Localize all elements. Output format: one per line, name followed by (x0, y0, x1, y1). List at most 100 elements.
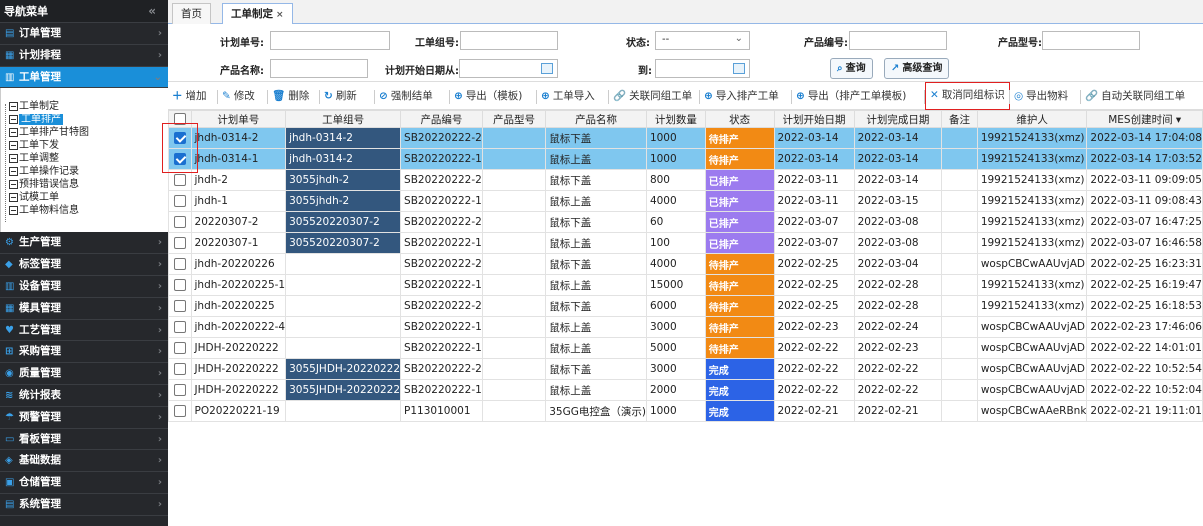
table-row[interactable]: PO20220221-19 P113010001 35GG电控盒（演示) 1000 完成… (168, 400, 1203, 422)
menu-item[interactable]: ▭ 看板管理 › (0, 428, 168, 451)
auto-link-group-button[interactable]: 🔗 自动关联同组工单 (1085, 86, 1185, 106)
submenu-item[interactable]: 工单下发 (1, 139, 168, 152)
column-header[interactable]: 计划开始日期 (773, 110, 855, 128)
tab-home[interactable]: 首页 (172, 3, 211, 24)
column-header[interactable]: 维护人 (976, 110, 1088, 128)
submenu-item[interactable]: 预排错误信息 (1, 178, 168, 191)
menu-item[interactable]: ▦ 模具管理 › (0, 297, 168, 320)
plan-no-input[interactable] (270, 31, 390, 50)
group-no-input[interactable] (460, 31, 558, 50)
table-row[interactable]: jhdh-20220225-1 SB20220222-1 鼠标上盖 15000 待排产 2… (168, 274, 1203, 296)
table-row[interactable]: jhdh-20220225 SB20220222-2 鼠标下盖 6000 待排产 2022… (168, 295, 1203, 317)
submenu-item[interactable]: 工单排产 (1, 113, 168, 126)
menu-item[interactable]: ▤ 系统管理 › (0, 493, 168, 516)
submenu-item[interactable]: 工单排产甘特图 (1, 126, 168, 139)
menu-item[interactable]: ♥ 工艺管理 › (0, 319, 168, 342)
table-row[interactable]: 20220307-2 305520220307-2 SB20220222-2 鼠标下盖… (168, 211, 1203, 233)
row-select-cell[interactable] (168, 190, 192, 212)
row-select-cell[interactable] (168, 211, 192, 233)
menu-order[interactable]: ▤ 订单管理 › (0, 23, 168, 45)
tab-close-icon[interactable]: × (276, 10, 284, 20)
row-checkbox[interactable] (174, 405, 186, 417)
export-template-button[interactable]: ⊕ 导出（模板) (454, 86, 522, 106)
refresh-button[interactable]: ↻ 刷新 (324, 86, 357, 106)
table-row[interactable]: jhdh-20220222-4 SB20220222-1 鼠标上盖 3000 待排产 20… (168, 316, 1203, 338)
row-checkbox[interactable] (174, 258, 186, 270)
menu-item[interactable]: ☂ 预警管理 › (0, 406, 168, 429)
row-checkbox[interactable] (174, 195, 186, 207)
row-select-cell[interactable] (168, 253, 192, 275)
menu-item[interactable]: ≋ 统计报表 › (0, 384, 168, 407)
submenu-item[interactable]: 工单调整 (1, 152, 168, 165)
row-checkbox[interactable] (174, 216, 186, 228)
table-row[interactable]: jhdh-1 3055jhdh-2 SB20220222-1 鼠标上盖 4000 已排产 2… (168, 190, 1203, 212)
row-checkbox[interactable] (174, 363, 186, 375)
table-row[interactable]: jhdh-0314-1 jhdh-0314-2 SB20220222-1 鼠标上盖 10… (168, 148, 1203, 170)
export-schedule-template-button[interactable]: ⊕ 导出（排产工单模板) (796, 86, 906, 106)
import-workorder-button[interactable]: ⊕ 工单导入 (541, 86, 595, 106)
column-header[interactable]: MES创建时间 ▾ (1086, 110, 1203, 128)
table-row[interactable]: jhdh-20220226 SB20220222-2 鼠标下盖 4000 待排产 2022… (168, 253, 1203, 275)
export-material-button[interactable]: ◎ 导出物料 (1014, 86, 1068, 106)
menu-schedule[interactable]: ▦ 计划排程 › (0, 44, 168, 67)
import-schedule-button[interactable]: ⊕ 导入排产工单 (704, 86, 779, 106)
link-group-button[interactable]: 🔗 关联同组工单 (613, 86, 692, 106)
force-close-button[interactable]: ⊘ 强制结单 (379, 86, 433, 106)
column-header[interactable]: 产品名称 (545, 110, 647, 128)
collapse-icon[interactable]: « (148, 0, 156, 23)
column-header[interactable]: 产品型号 (481, 110, 547, 128)
row-select-cell[interactable] (168, 400, 192, 422)
row-select-cell[interactable] (168, 295, 192, 317)
column-header[interactable]: 计划数量 (645, 110, 706, 128)
status-select[interactable]: -- ⌄ (655, 31, 750, 50)
menu-item[interactable]: ⊞ 采购管理 › (0, 341, 168, 364)
row-checkbox[interactable] (174, 342, 186, 354)
row-select-cell[interactable] (168, 358, 192, 380)
end-date-input[interactable] (655, 59, 750, 78)
row-checkbox[interactable] (174, 237, 186, 249)
column-header[interactable]: 备注 (941, 110, 978, 128)
menu-item[interactable]: ▣ 仓储管理 › (0, 472, 168, 494)
submenu-item[interactable]: 试模工单 (1, 191, 168, 204)
row-checkbox[interactable] (174, 321, 186, 333)
row-checkbox[interactable] (174, 300, 186, 312)
edit-button[interactable]: ✎ 修改 (222, 86, 255, 106)
table-row[interactable]: jhdh-0314-2 jhdh-0314-2 SB20220222-2 鼠标下盖 10… (168, 127, 1203, 149)
delete-button[interactable]: 🗑 删除 (272, 86, 309, 106)
row-checkbox[interactable] (174, 384, 186, 396)
table-row[interactable]: JHDH-20220222 3055JHDH-20220222 SB20220222… (168, 358, 1203, 380)
cancel-group-button[interactable]: ✕ 取消同组标识 (925, 82, 1010, 110)
row-checkbox[interactable] (174, 279, 186, 291)
calendar-icon[interactable] (733, 63, 745, 74)
query-button[interactable]: ⌕ 查询 (830, 58, 873, 79)
product-code-input[interactable] (849, 31, 947, 50)
table-row[interactable]: 20220307-1 305520220307-2 SB20220222-1 鼠标上盖… (168, 232, 1203, 254)
menu-item[interactable]: ⚙ 生产管理 › (0, 232, 168, 255)
column-header[interactable]: 计划单号 (190, 110, 287, 128)
column-header[interactable]: 产品编号 (400, 110, 483, 128)
menu-item[interactable]: ◉ 质量管理 › (0, 363, 168, 385)
row-select-cell[interactable] (168, 274, 192, 296)
submenu-item[interactable]: 工单操作记录 (1, 165, 168, 178)
column-header[interactable]: 状态 (704, 110, 775, 128)
column-header[interactable]: 计划完成日期 (853, 110, 943, 128)
submenu-item[interactable]: 工单物料信息 (1, 204, 168, 217)
calendar-icon[interactable] (541, 63, 553, 74)
product-name-input[interactable] (270, 59, 368, 78)
row-select-cell[interactable] (168, 337, 192, 359)
tab-workorder[interactable]: 工单制定 × (222, 3, 293, 25)
product-model-input[interactable] (1042, 31, 1140, 50)
column-header[interactable]: 工单组号 (285, 110, 402, 128)
start-date-input[interactable] (459, 59, 558, 78)
table-row[interactable]: JHDH-20220222 3055JHDH-20220222 SB20220222… (168, 379, 1203, 401)
menu-item[interactable]: ◈ 基础数据 › (0, 450, 168, 473)
row-select-cell[interactable] (168, 316, 192, 338)
table-row[interactable]: JHDH-20220222 SB20220222-1 鼠标上盖 5000 待排产 2022… (168, 337, 1203, 359)
row-checkbox[interactable] (174, 174, 186, 186)
menu-item[interactable]: ◆ 标签管理 › (0, 254, 168, 276)
menu-item[interactable]: ▥ 设备管理 › (0, 275, 168, 298)
table-row[interactable]: jhdh-2 3055jhdh-2 SB20220222-2 鼠标下盖 800 已排产 20… (168, 169, 1203, 191)
advanced-query-button[interactable]: ↗ 高级查询 (884, 58, 950, 79)
row-select-cell[interactable] (168, 379, 192, 401)
add-button[interactable]: ＋增加 (172, 86, 207, 106)
